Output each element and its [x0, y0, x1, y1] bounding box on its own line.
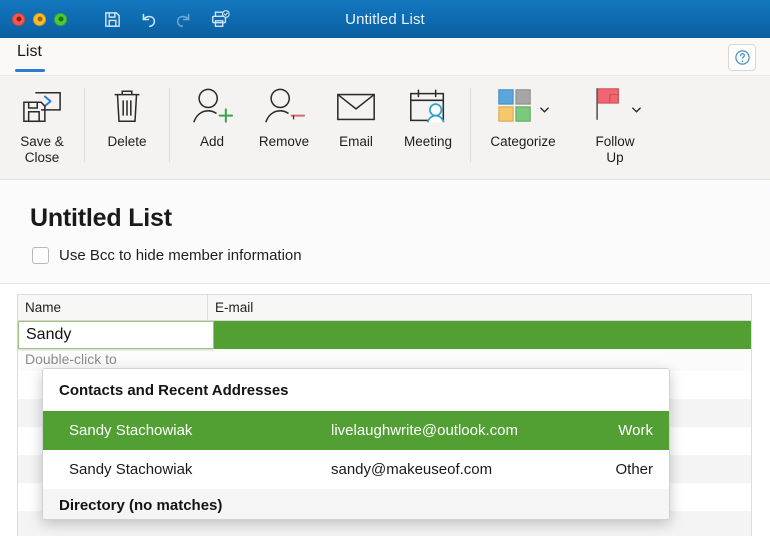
- autocomplete-popup: Contacts and Recent Addresses Sandy Stac…: [42, 368, 670, 520]
- contact-name: Sandy Stachowiak: [69, 422, 331, 439]
- add-person-icon: [190, 84, 234, 130]
- calendar-person-icon: [406, 84, 450, 130]
- autocomplete-section-header: Contacts and Recent Addresses: [43, 369, 669, 411]
- meeting-button[interactable]: Meeting: [392, 76, 464, 176]
- email-label: Email: [319, 134, 393, 150]
- window-title-bar: Untitled List: [0, 0, 770, 38]
- follow-up-button[interactable]: FollowUp: [569, 76, 661, 176]
- redo-icon[interactable]: [173, 8, 195, 30]
- member-name-input[interactable]: Sandy: [18, 321, 214, 349]
- ribbon-separator-1: [84, 88, 85, 162]
- ribbon-separator-2: [169, 88, 170, 162]
- ribbon-group-delete: Delete: [91, 76, 163, 180]
- ribbon-group-save: Save &Close: [0, 76, 78, 180]
- table-row-editing[interactable]: Sandy: [18, 321, 751, 349]
- categorize-label: Categorize: [486, 134, 560, 150]
- outlook-list-window: Untitled List List: [0, 0, 770, 536]
- maximize-button[interactable]: [54, 13, 67, 26]
- categorize-icon-wrap: [496, 84, 550, 130]
- delete-label: Delete: [90, 134, 164, 150]
- ribbon-tabstrip: List: [0, 38, 770, 76]
- remove-person-icon: [262, 84, 306, 130]
- categorize-button[interactable]: Categorize: [477, 76, 569, 176]
- delete-button[interactable]: Delete: [91, 76, 163, 176]
- follow-up-icon-wrap: [588, 84, 642, 130]
- quick-access-toolbar: [101, 8, 231, 30]
- save-close-icon: [20, 84, 64, 130]
- use-bcc-label: Use Bcc to hide member information: [59, 247, 302, 264]
- ribbon-group-tags: Categorize: [477, 76, 661, 180]
- column-header-email[interactable]: E-mail: [208, 295, 751, 321]
- tab-list[interactable]: List: [14, 43, 45, 67]
- save-icon[interactable]: [101, 8, 123, 30]
- tab-active-indicator: [15, 69, 45, 72]
- save-and-close-label: Save &Close: [5, 134, 79, 166]
- follow-up-label: FollowUp: [578, 134, 652, 166]
- table-header-row: Name E-mail: [18, 295, 751, 321]
- trash-icon: [110, 84, 144, 130]
- meeting-label: Meeting: [391, 134, 465, 150]
- use-bcc-checkbox[interactable]: [32, 247, 49, 264]
- flag-icon: [588, 85, 626, 130]
- list-form-header: Untitled List Use Bcc to hide member inf…: [0, 180, 770, 284]
- close-button[interactable]: [12, 13, 25, 26]
- page-title: Untitled List: [30, 204, 172, 233]
- ribbon-separator-3: [470, 88, 471, 162]
- bcc-option-row[interactable]: Use Bcc to hide member information: [32, 247, 302, 264]
- autocomplete-directory-footer: Directory (no matches): [43, 489, 669, 520]
- categorize-icon: [496, 86, 534, 129]
- contact-type: Other: [581, 461, 653, 478]
- add-label: Add: [175, 134, 249, 150]
- print-icon[interactable]: [209, 8, 231, 30]
- member-email-cell-highlight[interactable]: [214, 321, 751, 349]
- ribbon-group-members: Add Remove: [176, 76, 464, 180]
- envelope-icon: [334, 84, 378, 130]
- chevron-down-icon[interactable]: [631, 102, 642, 113]
- chevron-down-icon[interactable]: [539, 102, 550, 113]
- contact-email: livelaughwrite@outlook.com: [331, 422, 581, 439]
- email-button[interactable]: Email: [320, 76, 392, 176]
- remove-label: Remove: [247, 134, 321, 150]
- undo-icon[interactable]: [137, 8, 159, 30]
- window-traffic-lights: [12, 13, 67, 26]
- minimize-button[interactable]: [33, 13, 46, 26]
- ribbon-toolbar: Save &Close Delete: [0, 76, 770, 180]
- contact-email: sandy@makeuseof.com: [331, 461, 581, 478]
- contact-type: Work: [581, 422, 653, 439]
- help-button[interactable]: [728, 44, 756, 71]
- save-and-close-button[interactable]: Save &Close: [6, 76, 78, 176]
- autocomplete-item[interactable]: Sandy Stachowiak sandy@makeuseof.com Oth…: [43, 450, 669, 489]
- add-button[interactable]: Add: [176, 76, 248, 176]
- column-header-name[interactable]: Name: [18, 295, 208, 321]
- contact-name: Sandy Stachowiak: [69, 461, 331, 478]
- remove-button[interactable]: Remove: [248, 76, 320, 176]
- autocomplete-item-selected[interactable]: Sandy Stachowiak livelaughwrite@outlook.…: [43, 411, 669, 450]
